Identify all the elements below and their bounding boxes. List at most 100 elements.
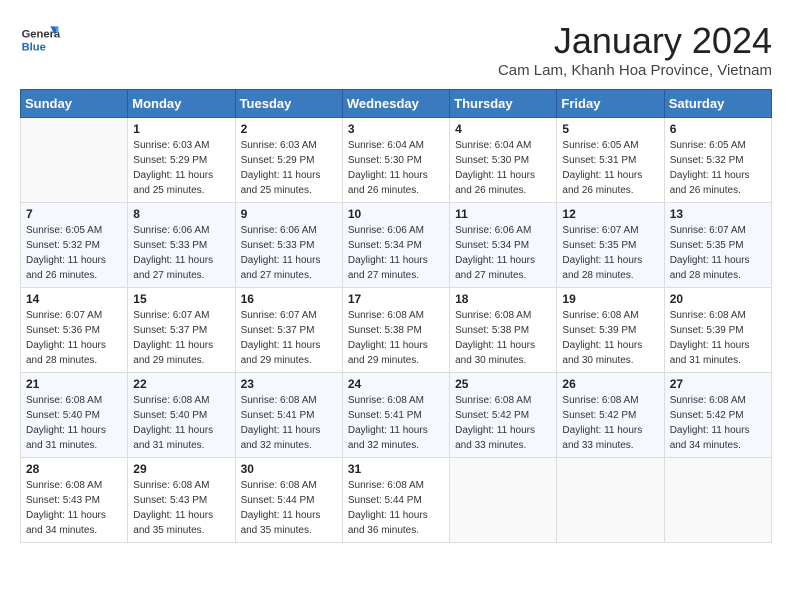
day-number: 24 <box>348 377 444 391</box>
day-info: Sunrise: 6:07 AMSunset: 5:37 PMDaylight:… <box>133 308 229 368</box>
calendar-header-row: Sunday Monday Tuesday Wednesday Thursday… <box>21 90 772 118</box>
calendar-cell: 10 Sunrise: 6:06 AMSunset: 5:34 PMDayligh… <box>342 203 449 288</box>
calendar-cell <box>450 458 557 543</box>
calendar-cell: 20 Sunrise: 6:08 AMSunset: 5:39 PMDayligh… <box>664 288 771 373</box>
logo-icon: General Blue <box>20 20 60 60</box>
day-number: 23 <box>241 377 337 391</box>
day-number: 2 <box>241 122 337 136</box>
col-sunday: Sunday <box>21 90 128 118</box>
day-number: 8 <box>133 207 229 221</box>
calendar-cell: 25Sunrise: 6:08 AMSunset: 5:42 PMDayligh… <box>450 373 557 458</box>
day-number: 1 <box>133 122 229 136</box>
day-info: Sunrise: 6:08 AMSunset: 5:43 PMDaylight:… <box>26 478 122 538</box>
day-number: 30 <box>241 462 337 476</box>
calendar-cell: 15 Sunrise: 6:07 AMSunset: 5:37 PMDayligh… <box>128 288 235 373</box>
calendar-week-row: 21 Sunrise: 6:08 AMSunset: 5:40 PMDayligh… <box>21 373 772 458</box>
calendar-cell: 1 Sunrise: 6:03 AMSunset: 5:29 PMDaylight… <box>128 118 235 203</box>
calendar-cell: 29Sunrise: 6:08 AMSunset: 5:43 PMDayligh… <box>128 458 235 543</box>
day-info: Sunrise: 6:08 AMSunset: 5:44 PMDaylight:… <box>241 478 337 538</box>
calendar-cell: 11 Sunrise: 6:06 AMSunset: 5:34 PMDayligh… <box>450 203 557 288</box>
col-monday: Monday <box>128 90 235 118</box>
day-number: 16 <box>241 292 337 306</box>
calendar-cell: 23 Sunrise: 6:08 AMSunset: 5:41 PMDayligh… <box>235 373 342 458</box>
day-info: Sunrise: 6:08 AMSunset: 5:41 PMDaylight:… <box>348 393 444 453</box>
day-number: 29 <box>133 462 229 476</box>
day-info: Sunrise: 6:08 AMSunset: 5:38 PMDaylight:… <box>455 308 551 368</box>
calendar-cell: 12Sunrise: 6:07 AMSunset: 5:35 PMDayligh… <box>557 203 664 288</box>
day-number: 28 <box>26 462 122 476</box>
calendar-cell: 21 Sunrise: 6:08 AMSunset: 5:40 PMDayligh… <box>21 373 128 458</box>
calendar-week-row: 7 Sunrise: 6:05 AMSunset: 5:32 PMDaylight… <box>21 203 772 288</box>
calendar-cell <box>664 458 771 543</box>
day-number: 7 <box>26 207 122 221</box>
calendar-cell: 2 Sunrise: 6:03 AMSunset: 5:29 PMDaylight… <box>235 118 342 203</box>
logo: General Blue <box>20 20 60 60</box>
day-number: 12 <box>562 207 658 221</box>
col-thursday: Thursday <box>450 90 557 118</box>
day-number: 19 <box>562 292 658 306</box>
day-number: 5 <box>562 122 658 136</box>
day-number: 26 <box>562 377 658 391</box>
col-friday: Friday <box>557 90 664 118</box>
day-info: Sunrise: 6:03 AMSunset: 5:29 PMDaylight:… <box>133 138 229 198</box>
calendar-cell: 24 Sunrise: 6:08 AMSunset: 5:41 PMDayligh… <box>342 373 449 458</box>
day-info: Sunrise: 6:07 AMSunset: 5:37 PMDaylight:… <box>241 308 337 368</box>
calendar-cell: 7 Sunrise: 6:05 AMSunset: 5:32 PMDaylight… <box>21 203 128 288</box>
calendar-cell: 9 Sunrise: 6:06 AMSunset: 5:33 PMDaylight… <box>235 203 342 288</box>
day-number: 21 <box>26 377 122 391</box>
calendar-cell: 22 Sunrise: 6:08 AMSunset: 5:40 PMDayligh… <box>128 373 235 458</box>
day-number: 14 <box>26 292 122 306</box>
day-info: Sunrise: 6:07 AMSunset: 5:36 PMDaylight:… <box>26 308 122 368</box>
calendar-cell: 31 Sunrise: 6:08 AMSunset: 5:44 PMDayligh… <box>342 458 449 543</box>
day-number: 22 <box>133 377 229 391</box>
day-number: 18 <box>455 292 551 306</box>
calendar-cell: 18 Sunrise: 6:08 AMSunset: 5:38 PMDayligh… <box>450 288 557 373</box>
calendar-week-row: 28 Sunrise: 6:08 AMSunset: 5:43 PMDayligh… <box>21 458 772 543</box>
day-number: 20 <box>670 292 766 306</box>
day-info: Sunrise: 6:05 AMSunset: 5:32 PMDaylight:… <box>26 223 122 283</box>
day-info: Sunrise: 6:08 AMSunset: 5:40 PMDaylight:… <box>133 393 229 453</box>
calendar-week-row: 14 Sunrise: 6:07 AMSunset: 5:36 PMDayligh… <box>21 288 772 373</box>
calendar-cell: 4 Sunrise: 6:04 AMSunset: 5:30 PMDaylight… <box>450 118 557 203</box>
day-number: 4 <box>455 122 551 136</box>
calendar-cell: 30 Sunrise: 6:08 AMSunset: 5:44 PMDayligh… <box>235 458 342 543</box>
day-info: Sunrise: 6:03 AMSunset: 5:29 PMDaylight:… <box>241 138 337 198</box>
calendar-cell: 27 Sunrise: 6:08 AMSunset: 5:42 PMDayligh… <box>664 373 771 458</box>
calendar-cell <box>557 458 664 543</box>
day-info: Sunrise: 6:04 AMSunset: 5:30 PMDaylight:… <box>455 138 551 198</box>
day-number: 31 <box>348 462 444 476</box>
day-info: Sunrise: 6:08 AMSunset: 5:39 PMDaylight:… <box>562 308 658 368</box>
day-info: Sunrise: 6:06 AMSunset: 5:34 PMDaylight:… <box>455 223 551 283</box>
calendar-cell: 8 Sunrise: 6:06 AMSunset: 5:33 PMDaylight… <box>128 203 235 288</box>
calendar-table: Sunday Monday Tuesday Wednesday Thursday… <box>20 89 772 543</box>
col-tuesday: Tuesday <box>235 90 342 118</box>
day-number: 10 <box>348 207 444 221</box>
calendar-cell <box>21 118 128 203</box>
day-info: Sunrise: 6:08 AMSunset: 5:44 PMDaylight:… <box>348 478 444 538</box>
day-number: 27 <box>670 377 766 391</box>
title-block: January 2024 Cam Lam, Khanh Hoa Province… <box>498 20 772 79</box>
calendar-cell: 5Sunrise: 6:05 AMSunset: 5:31 PMDaylight… <box>557 118 664 203</box>
day-info: Sunrise: 6:04 AMSunset: 5:30 PMDaylight:… <box>348 138 444 198</box>
calendar-cell: 16 Sunrise: 6:07 AMSunset: 5:37 PMDayligh… <box>235 288 342 373</box>
location-subtitle: Cam Lam, Khanh Hoa Province, Vietnam <box>498 62 772 79</box>
day-info: Sunrise: 6:08 AMSunset: 5:42 PMDaylight:… <box>455 393 551 453</box>
col-wednesday: Wednesday <box>342 90 449 118</box>
day-info: Sunrise: 6:06 AMSunset: 5:34 PMDaylight:… <box>348 223 444 283</box>
day-info: Sunrise: 6:05 AMSunset: 5:32 PMDaylight:… <box>670 138 766 198</box>
day-info: Sunrise: 6:06 AMSunset: 5:33 PMDaylight:… <box>133 223 229 283</box>
calendar-cell: 28 Sunrise: 6:08 AMSunset: 5:43 PMDayligh… <box>21 458 128 543</box>
day-info: Sunrise: 6:08 AMSunset: 5:39 PMDaylight:… <box>670 308 766 368</box>
day-info: Sunrise: 6:08 AMSunset: 5:40 PMDaylight:… <box>26 393 122 453</box>
day-info: Sunrise: 6:07 AMSunset: 5:35 PMDaylight:… <box>670 223 766 283</box>
day-number: 15 <box>133 292 229 306</box>
day-info: Sunrise: 6:08 AMSunset: 5:42 PMDaylight:… <box>670 393 766 453</box>
page-header: General Blue January 2024 Cam Lam, Khanh… <box>20 20 772 79</box>
calendar-body: 1 Sunrise: 6:03 AMSunset: 5:29 PMDaylight… <box>21 118 772 543</box>
day-number: 9 <box>241 207 337 221</box>
svg-text:Blue: Blue <box>22 41 46 53</box>
day-number: 11 <box>455 207 551 221</box>
day-info: Sunrise: 6:06 AMSunset: 5:33 PMDaylight:… <box>241 223 337 283</box>
day-number: 13 <box>670 207 766 221</box>
day-info: Sunrise: 6:08 AMSunset: 5:41 PMDaylight:… <box>241 393 337 453</box>
